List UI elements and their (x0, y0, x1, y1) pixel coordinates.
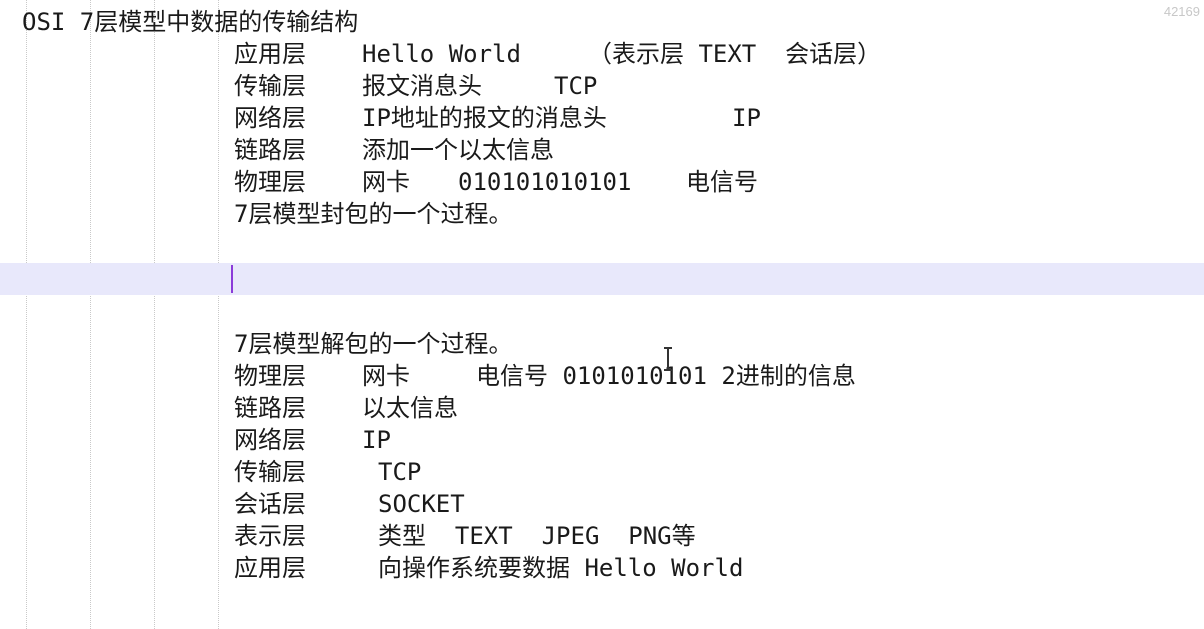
line-detail: 类型 TEXT JPEG PNG等 (378, 522, 696, 550)
line-number-indicator: 42169 (1163, 4, 1200, 19)
summary-line: 7层模型解包的一个过程。 (234, 330, 513, 358)
line-note: （表示层 TEXT 会话层） (588, 40, 882, 68)
text-editor[interactable]: 42169 OSI 7层模型中数据的传输结构 应用层 Hello World （… (0, 0, 1204, 629)
current-line-highlight (0, 263, 1204, 295)
text-line: 传输层 报文消息头 TCP (234, 70, 1194, 102)
layer-name: 链路层 (234, 394, 306, 422)
text-line: 传输层 TCP (234, 456, 1194, 488)
text-line: 链路层 以太信息 (234, 392, 1194, 424)
line-detail: 以太信息 (362, 394, 458, 422)
text-line: 物理层 网卡 电信号 0101010101 2进制的信息 (234, 360, 1194, 392)
layer-name: 传输层 (234, 458, 306, 486)
layer-name: 会话层 (234, 490, 306, 518)
layer-name: 物理层 (234, 168, 306, 196)
line-detail: 网卡 (362, 168, 410, 196)
line-detail: IP地址的报文的消息头 (362, 104, 607, 132)
text-line: 表示层 类型 TEXT JPEG PNG等 (234, 520, 1194, 552)
text-line: 链路层 添加一个以太信息 (234, 134, 1194, 166)
text-line: 物理层 网卡 010101010101 电信号 (234, 166, 1194, 198)
layer-name: 应用层 (234, 554, 306, 582)
line-detail: 添加一个以太信息 (362, 136, 554, 164)
text-line: 会话层 SOCKET (234, 488, 1194, 520)
line-detail: 向操作系统要数据 Hello World (378, 554, 744, 582)
line-note: 电信号 (686, 168, 758, 196)
layer-name: 表示层 (234, 522, 306, 550)
indent-guide (218, 0, 219, 629)
title-line: OSI 7层模型中数据的传输结构 (22, 8, 359, 36)
line-note: TCP (554, 72, 598, 100)
text-line: 网络层 IP (234, 424, 1194, 456)
ibeam-cursor-icon (664, 347, 672, 371)
layer-name: 网络层 (234, 426, 306, 454)
layer-name: 链路层 (234, 136, 306, 164)
line-detail: SOCKET (378, 490, 465, 518)
text-line: 应用层 向操作系统要数据 Hello World (234, 552, 1194, 584)
text-line: 网络层 IP地址的报文的消息头 IP (234, 102, 1194, 134)
indent-guide (90, 0, 91, 629)
line-detail: 010101010101 (458, 168, 632, 196)
text-caret (231, 265, 233, 293)
layer-name: 应用层 (234, 40, 306, 68)
summary-line: 7层模型封包的一个过程。 (234, 200, 513, 228)
layer-name: 网络层 (234, 104, 306, 132)
line-detail: 报文消息头 (362, 72, 482, 100)
indent-guide (26, 0, 27, 629)
layer-name: 传输层 (234, 72, 306, 100)
line-note: IP (732, 104, 761, 132)
text-line: 应用层 Hello World （表示层 TEXT 会话层） (234, 38, 1194, 70)
line-detail: TCP (378, 458, 422, 486)
line-detail: IP (362, 426, 391, 454)
line-detail: 网卡 (362, 362, 410, 390)
layer-name: 物理层 (234, 362, 306, 390)
indent-guide (154, 0, 155, 629)
line-detail: Hello World (362, 40, 521, 68)
